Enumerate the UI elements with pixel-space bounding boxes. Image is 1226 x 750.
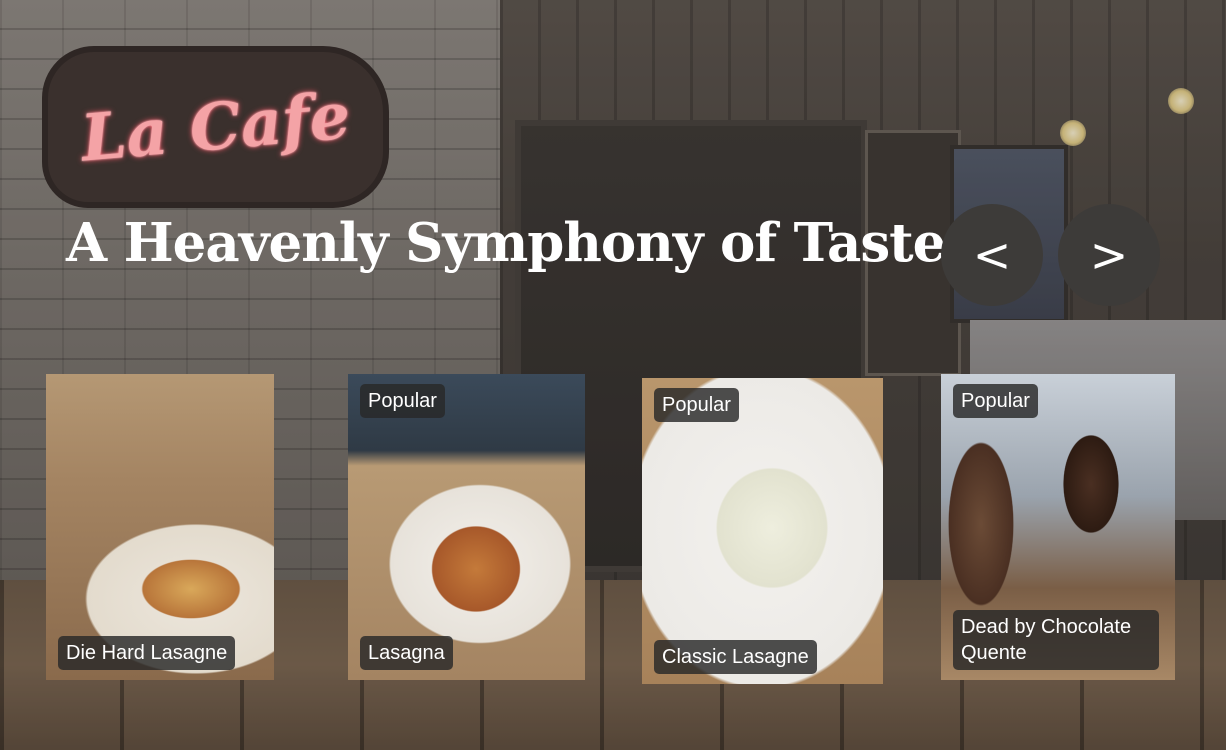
menu-card[interactable]: Die Hard Lasagne <box>46 374 274 680</box>
menu-card[interactable]: Popular Lasagna <box>348 374 585 680</box>
lasagne-photo <box>46 374 274 680</box>
popular-badge: Popular <box>654 388 739 422</box>
menu-card[interactable]: Popular Dead by Chocolate Quente <box>941 374 1175 680</box>
card-caption: Die Hard Lasagne <box>58 636 236 670</box>
prev-button[interactable]: < <box>941 204 1043 306</box>
neon-logo: La Cafe <box>48 52 383 202</box>
card-caption: Lasagna <box>360 636 453 670</box>
menu-card[interactable]: Popular Classic Lasagne <box>642 378 883 684</box>
popular-badge: Popular <box>953 384 1038 418</box>
pasta-photo <box>348 374 585 680</box>
hero-headline: A Heavenly Symphony of Taste <box>66 212 946 274</box>
logo-text: La Cafe <box>78 77 353 177</box>
card-caption: Dead by Chocolate Quente <box>953 610 1159 670</box>
card-caption: Classic Lasagne <box>654 640 817 674</box>
popular-badge: Popular <box>360 384 445 418</box>
next-button[interactable]: > <box>1058 204 1160 306</box>
lasagne-photo <box>642 378 883 684</box>
